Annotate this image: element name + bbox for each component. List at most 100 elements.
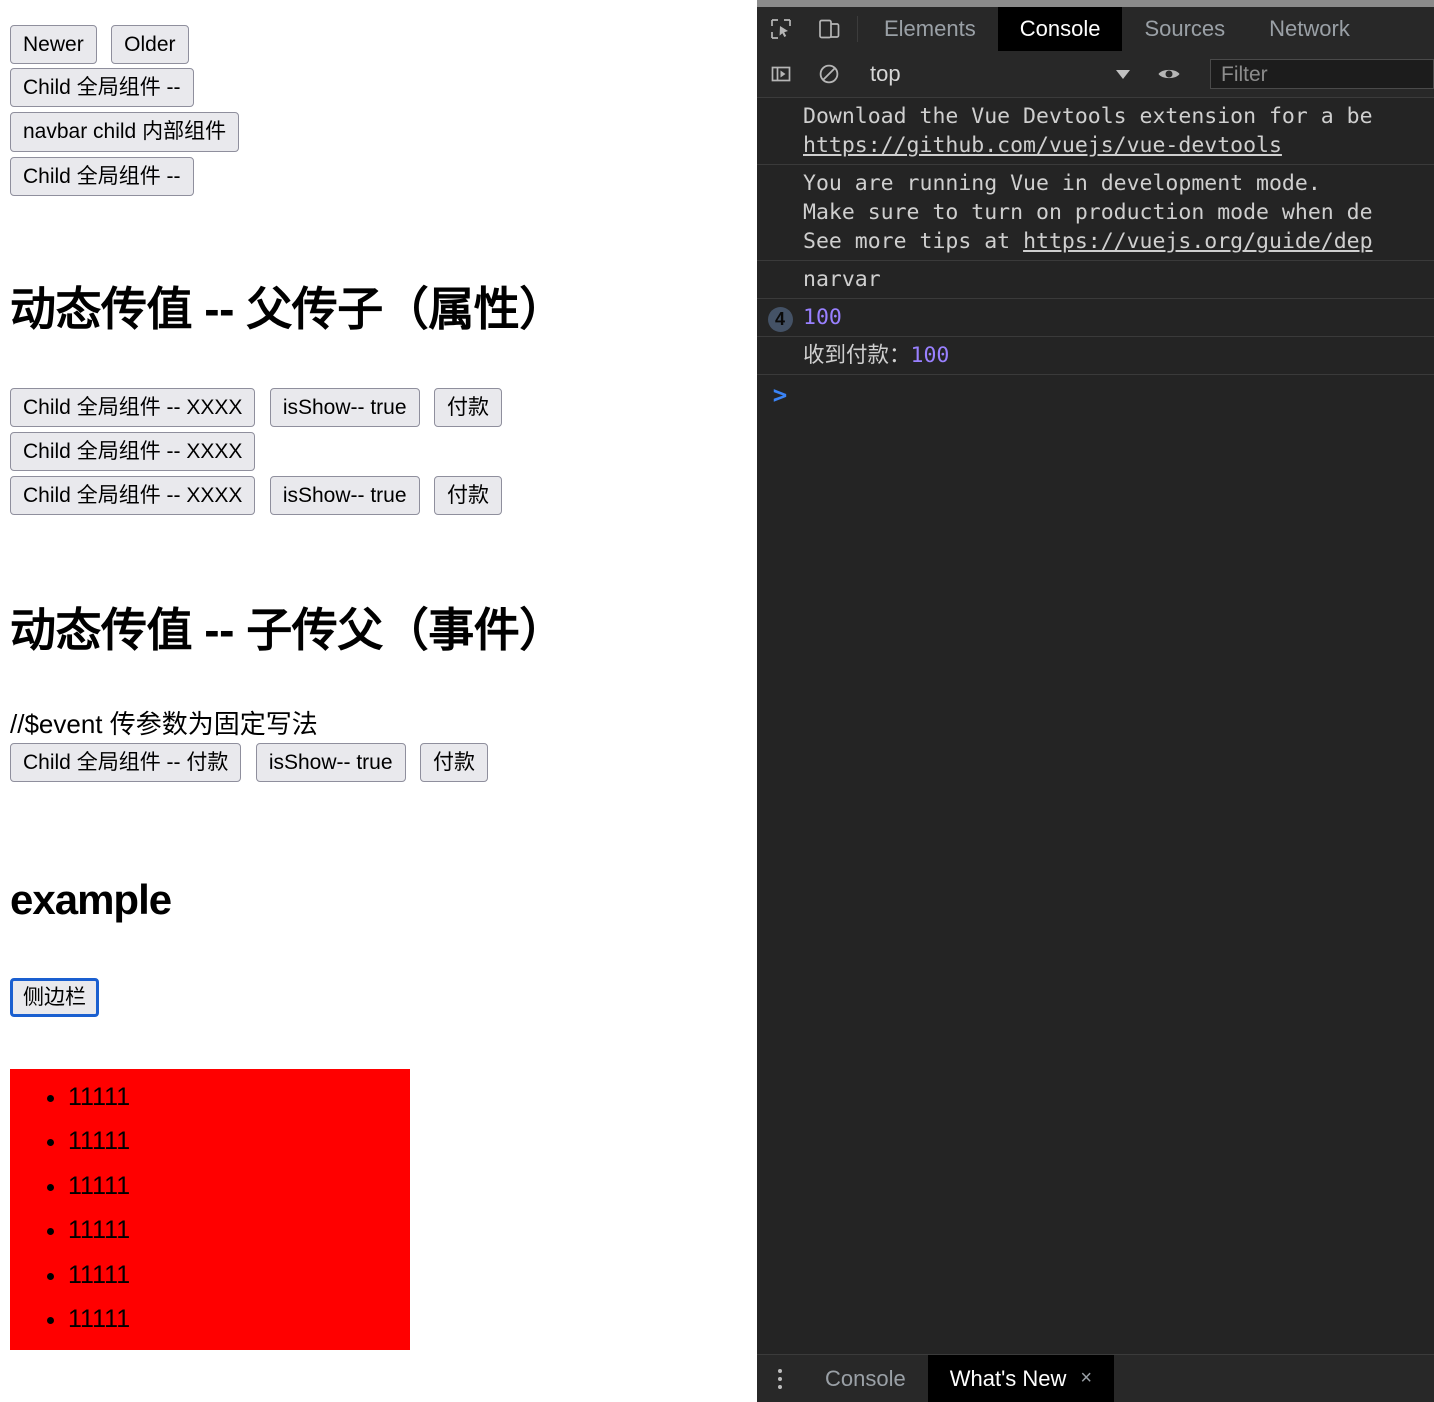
payment-button-3[interactable]: 付款 bbox=[419, 743, 488, 783]
red-list-container: 11111 11111 11111 11111 11111 11111 bbox=[10, 1068, 410, 1350]
sidebar-toggle-row: 侧边栏 bbox=[10, 977, 748, 1017]
console-message-text: Download the Vue Devtools extension for … bbox=[803, 102, 1373, 160]
tab-network-label: Network bbox=[1269, 16, 1350, 41]
tab-console[interactable]: Console bbox=[997, 7, 1123, 51]
props-row-3: Child 全局组件 -- XXXX isShow-- true 付款 bbox=[10, 476, 748, 516]
web-page-viewport: Newer Older Child 全局组件 -- navbar child 内… bbox=[0, 0, 748, 1402]
console-sidebar-toggle-icon[interactable] bbox=[757, 62, 805, 86]
console-link[interactable]: https://vuejs.org/guide/dep bbox=[1023, 229, 1373, 254]
console-link[interactable]: https://github.com/vuejs/vue-devtools bbox=[803, 133, 1282, 158]
drawer-tab-whats-new-label: What's New bbox=[949, 1365, 1067, 1391]
props-row-2: Child 全局组件 -- XXXX bbox=[10, 431, 748, 472]
kebab-dot bbox=[778, 1384, 782, 1389]
payment-button-2[interactable]: 付款 bbox=[433, 476, 502, 516]
toolbar-divider bbox=[857, 16, 858, 42]
drawer-tab-console[interactable]: Console bbox=[803, 1355, 928, 1402]
more-options-icon[interactable] bbox=[757, 1355, 803, 1402]
console-message-gutter: 4 bbox=[757, 303, 803, 332]
kebab-dot bbox=[778, 1376, 782, 1381]
sidebar-toggle-button[interactable]: 侧边栏 bbox=[10, 977, 99, 1017]
child-global-component-xxxx-button-1[interactable]: Child 全局组件 -- XXXX bbox=[10, 387, 256, 427]
drawer-tab-console-label: Console bbox=[825, 1365, 906, 1391]
global-child-row-1: Child 全局组件 -- bbox=[10, 68, 748, 108]
list-item: 11111 bbox=[68, 1075, 410, 1120]
spacer-after-props-heading bbox=[0, 336, 748, 388]
child-global-component-xxxx-button-2[interactable]: Child 全局组件 -- XXXX bbox=[10, 431, 256, 472]
tab-elements-label: Elements bbox=[884, 16, 976, 41]
list-item: 11111 bbox=[68, 1119, 410, 1164]
console-filter-input[interactable]: Filter bbox=[1210, 59, 1434, 89]
devtools-panel: Elements Console Sources Network top Fil… bbox=[757, 0, 1434, 1402]
list-item: 11111 bbox=[68, 1297, 410, 1342]
console-message-text: 收到付款：100 bbox=[803, 341, 949, 370]
console-message: narvar bbox=[757, 261, 1434, 299]
devtools-top-strip bbox=[757, 0, 1434, 7]
close-icon[interactable]: × bbox=[1080, 1367, 1092, 1390]
execution-context-value: top bbox=[870, 61, 901, 86]
spacer-before-example-heading bbox=[0, 784, 748, 876]
nav-buttons-row: Newer Older bbox=[10, 25, 748, 65]
live-expression-eye-icon[interactable] bbox=[1145, 61, 1193, 87]
repeat-count-badge: 4 bbox=[767, 307, 793, 332]
child-global-component-button-1[interactable]: Child 全局组件 -- bbox=[10, 68, 194, 108]
older-button[interactable]: Older bbox=[111, 25, 189, 65]
tab-sources[interactable]: Sources bbox=[1122, 7, 1247, 51]
chevron-down-icon bbox=[1116, 69, 1130, 79]
console-prompt-row[interactable]: > bbox=[757, 375, 1434, 415]
isshow-true-button-1[interactable]: isShow-- true bbox=[269, 387, 420, 427]
list-item: 11111 bbox=[68, 1208, 410, 1253]
console-line-text: narvar bbox=[803, 267, 881, 292]
example-section-heading: example bbox=[10, 876, 172, 924]
console-line-text: 收到付款： bbox=[803, 343, 911, 368]
console-output[interactable]: Download the Vue Devtools extension for … bbox=[757, 98, 1434, 1355]
child-global-component-button-2[interactable]: Child 全局组件 -- bbox=[10, 156, 194, 196]
console-message-gutter bbox=[757, 265, 803, 269]
execution-context-select[interactable]: top bbox=[870, 61, 1136, 87]
events-row-1: Child 全局组件 -- 付款 isShow-- true 付款 bbox=[10, 743, 748, 783]
drawer-tab-whats-new[interactable]: What's New × bbox=[927, 1355, 1115, 1402]
spacer-before-redbox bbox=[0, 1019, 748, 1069]
payment-button-1[interactable]: 付款 bbox=[433, 387, 502, 427]
tab-network[interactable]: Network bbox=[1247, 7, 1372, 51]
console-message: 收到付款：100 bbox=[757, 337, 1434, 375]
tab-console-label: Console bbox=[1019, 16, 1101, 41]
events-section-heading: 动态传值 -- 子传父（事件） bbox=[10, 604, 565, 657]
isshow-true-button-3[interactable]: isShow-- true bbox=[255, 743, 406, 783]
isshow-true-button-2[interactable]: isShow-- true bbox=[269, 476, 420, 516]
spacer-after-events-heading bbox=[0, 657, 748, 709]
console-prompt-arrow-icon: > bbox=[772, 381, 788, 409]
list-item: 11111 bbox=[68, 1164, 410, 1209]
tab-sources-label: Sources bbox=[1144, 16, 1226, 41]
console-line-text: Make sure to turn on production mode whe… bbox=[803, 200, 1373, 225]
device-toolbar-icon[interactable] bbox=[805, 7, 853, 51]
tab-elements[interactable]: Elements bbox=[862, 7, 998, 51]
console-message-text: narvar bbox=[803, 265, 881, 294]
console-message-text: You are running Vue in development mode.… bbox=[803, 169, 1373, 256]
kebab-dot bbox=[778, 1368, 782, 1373]
spacer-before-props-heading bbox=[0, 198, 748, 283]
console-message-gutter bbox=[757, 169, 803, 173]
navbar-child-inner-component-button[interactable]: navbar child 内部组件 bbox=[10, 112, 240, 152]
clear-console-icon[interactable] bbox=[805, 62, 853, 86]
newer-button[interactable]: Newer bbox=[10, 25, 97, 65]
console-line-text: See more tips at bbox=[803, 229, 1024, 254]
spacer-top bbox=[0, 0, 748, 25]
console-line-text: You are running Vue in development mode. bbox=[803, 171, 1321, 196]
inspect-element-icon[interactable] bbox=[757, 7, 805, 51]
console-message: You are running Vue in development mode.… bbox=[757, 165, 1434, 261]
event-note-text: //$event 传参数为固定写法 bbox=[10, 709, 318, 740]
list-item: 11111 bbox=[68, 1253, 410, 1298]
spacer-after-example-heading bbox=[0, 925, 748, 978]
child-global-component-xxxx-button-3[interactable]: Child 全局组件 -- XXXX bbox=[10, 476, 256, 516]
console-message: 4 100 bbox=[757, 299, 1434, 337]
console-message-text: 100 bbox=[803, 303, 842, 332]
global-child-row-2: Child 全局组件 -- bbox=[10, 156, 748, 196]
console-number-value: 100 bbox=[910, 343, 950, 368]
console-message-gutter bbox=[757, 341, 803, 345]
child-global-component-payment-button[interactable]: Child 全局组件 -- 付款 bbox=[10, 743, 242, 783]
devtools-drawer-bar: Console What's New × bbox=[757, 1354, 1434, 1402]
console-message-gutter bbox=[757, 102, 803, 106]
console-number-value: 100 bbox=[803, 305, 842, 330]
number-list: 11111 11111 11111 11111 11111 11111 bbox=[10, 1075, 410, 1342]
props-row-1: Child 全局组件 -- XXXX isShow-- true 付款 bbox=[10, 387, 748, 427]
